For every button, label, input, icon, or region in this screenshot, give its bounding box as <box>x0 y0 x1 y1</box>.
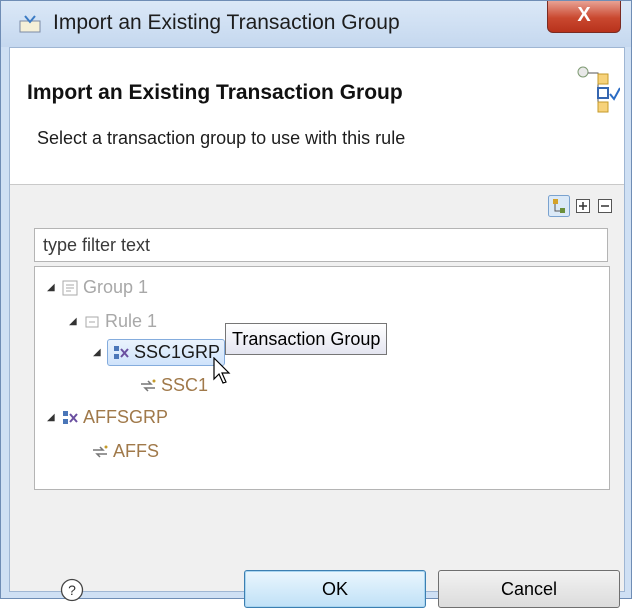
rule-icon <box>85 316 99 327</box>
help-icon[interactable]: ? <box>60 578 84 602</box>
page-description: Select a transaction group to use with t… <box>37 128 406 148</box>
mouse-pointer-icon <box>213 357 231 384</box>
transaction-icon <box>141 379 156 392</box>
page-title: Import an Existing Transaction Group <box>27 81 403 104</box>
tree-item-label: AFFSGRP <box>83 407 169 427</box>
expanded-arrow-icon[interactable]: ◢ <box>69 316 83 327</box>
tree-item-label: AFFS <box>113 441 160 461</box>
expanded-arrow-icon[interactable]: ◢ <box>47 282 61 293</box>
transaction-group-icon <box>114 345 129 359</box>
tree-item-group[interactable]: ◢ Group 1 <box>47 277 148 298</box>
tree-item-affsgrp[interactable]: ◢ AFFSGRP <box>47 407 168 428</box>
tree-item-label: Group 1 <box>83 277 149 297</box>
tree-item-label: SSC1 <box>161 375 209 395</box>
transaction-group-tree[interactable]: ◢ Group 1 ◢ Rule 1 ◢ SSC1GRP SSC1 ◢ AFFS… <box>34 266 610 490</box>
import-icon <box>19 15 41 33</box>
window-title: Import an Existing Transaction Group <box>53 11 400 34</box>
selected-node[interactable]: SSC1GRP <box>107 339 226 366</box>
cancel-button[interactable]: Cancel <box>438 570 620 608</box>
dialog-window: Import an Existing Transaction Group X I… <box>0 0 632 608</box>
tree-item-label: SSC1GRP <box>134 342 221 362</box>
transaction-group-icon <box>63 410 78 424</box>
expanded-arrow-icon[interactable]: ◢ <box>93 347 107 358</box>
tooltip: Transaction Group <box>225 323 388 355</box>
tree-item-affs[interactable]: AFFS <box>91 441 159 462</box>
transaction-group-wizard-icon <box>577 66 620 113</box>
tree-item-label: Rule 1 <box>105 311 158 331</box>
tree-item-ssc1grp[interactable]: ◢ SSC1GRP <box>93 339 226 366</box>
close-button[interactable]: X <box>547 1 621 33</box>
tree-item-ssc1[interactable]: SSC1 <box>139 375 208 396</box>
wizard-banner: Import an Existing Transaction Group Sel… <box>10 48 624 185</box>
tree-item-rule[interactable]: ◢ Rule 1 <box>69 311 157 332</box>
group-icon <box>62 280 78 295</box>
filter-input[interactable]: type filter text <box>34 228 608 262</box>
transaction-icon <box>93 445 108 458</box>
collapse-all-icon[interactable] <box>598 199 612 213</box>
title-bar[interactable]: Import an Existing Transaction Group X <box>1 1 631 47</box>
ok-button[interactable]: OK <box>244 570 426 608</box>
help-label: ? <box>68 582 76 598</box>
show-hierarchy-icon[interactable] <box>548 195 570 217</box>
expand-all-icon[interactable] <box>576 199 590 213</box>
expanded-arrow-icon[interactable]: ◢ <box>47 412 61 423</box>
dialog-body: Import an Existing Transaction Group Sel… <box>9 47 625 608</box>
